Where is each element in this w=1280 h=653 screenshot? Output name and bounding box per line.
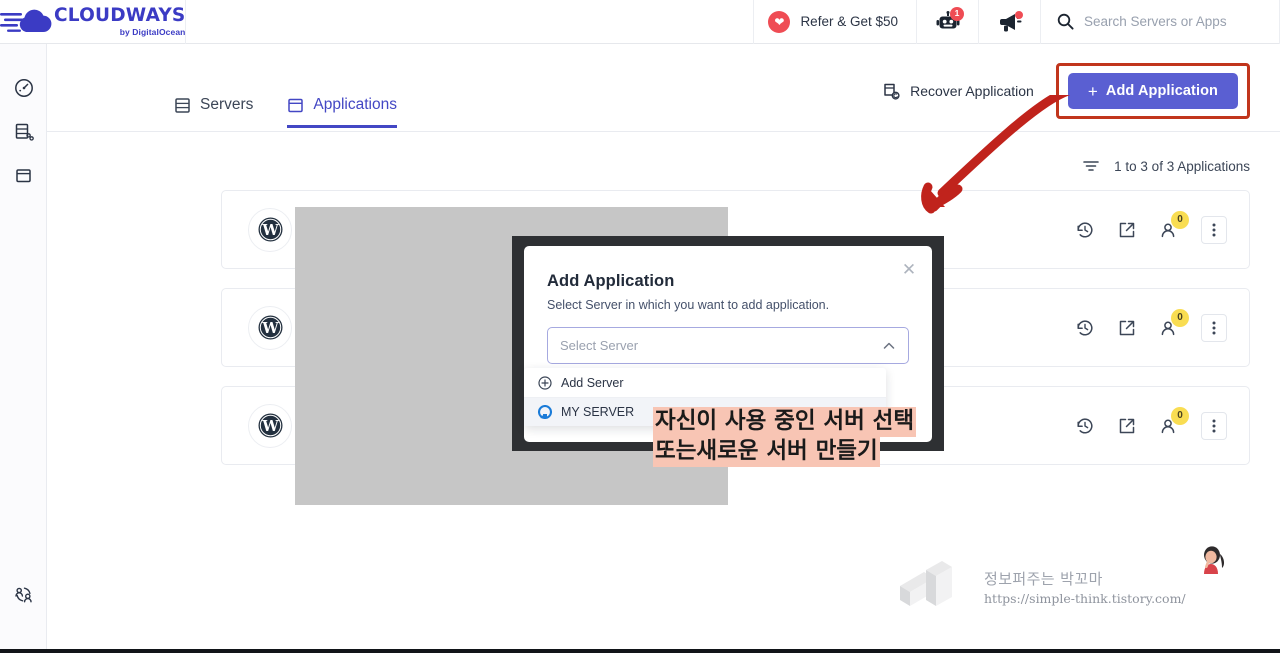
select-server-dropdown[interactable]: Select Server [547,327,909,364]
add-application-button[interactable]: + Add Application [1067,73,1238,109]
application-users-icon[interactable]: 0 [1159,308,1189,338]
tab-applications[interactable]: Applications [287,96,397,128]
application-icon [288,98,304,112]
svg-text:W: W [261,222,279,239]
cloudways-cloud-icon [0,9,52,32]
cloudways-applications-screen: CLOUDWAYS by DigitalOcean ❤ Refer & Get … [0,0,1280,653]
announcements-button[interactable] [978,0,1040,44]
server-icon [175,97,190,113]
dropdown-option-add-server[interactable]: Add Server [524,368,886,398]
heart-icon: ❤ [768,10,791,33]
brand-text: CLOUDWAYS by DigitalOcean [54,5,186,37]
server-stack-icon [15,123,34,141]
search-input[interactable] [1084,14,1259,29]
refer-label: Refer & Get $50 [800,14,898,29]
chevron-up-icon [883,342,895,349]
users-count-badge: 0 [1171,406,1189,425]
list-count-label: 1 to 3 of 3 Applications [1114,158,1250,174]
tab-servers-label: Servers [200,96,254,113]
modal-title: Add Application [547,272,675,290]
tab-servers[interactable]: Servers [174,96,253,128]
wordpress-glyph: W [258,217,282,242]
sidebar-item-dashboard[interactable] [0,66,47,110]
main-tabs: Servers Applications [174,96,397,128]
sidebar-item-applications[interactable] [0,154,47,198]
list-meta: 1 to 3 of 3 Applications [1081,156,1250,176]
external-link-icon[interactable] [1117,318,1137,338]
select-server-value: Select Server [560,338,639,353]
add-application-label: Add Application [1105,83,1218,99]
svg-text:W: W [261,320,279,337]
row-menu-button[interactable] [1201,313,1227,342]
watermark-url: https://simple-think.tistory.com/ [984,591,1186,606]
history-icon[interactable] [1075,416,1095,436]
row-actions: 0 [1075,406,1227,440]
history-icon[interactable] [1075,220,1095,240]
watermark-logo-icon [900,561,952,606]
recover-icon [884,83,900,100]
modal-subtitle: Select Server in which you want to add a… [547,298,830,312]
users-count-badge: 0 [1171,210,1189,229]
dropdown-option-my-server-label: MY SERVER [561,405,635,419]
row-menu-button[interactable] [1201,215,1227,244]
filter-icon[interactable] [1081,156,1101,176]
korean-annotation-note: 자신이 사용 중인 서버 선택 또는새로운 서버 만들기 [653,407,917,467]
sidebar-item-servers[interactable] [0,110,47,154]
external-link-icon[interactable] [1117,220,1137,240]
watermark-avatar-icon [1204,546,1225,574]
watermark-text: 정보퍼주는 박꼬마 https://simple-think.tistory.c… [984,568,1186,606]
wordpress-glyph: W [258,413,282,438]
wordpress-icon: W [248,305,292,350]
sidebar-item-team-transfer[interactable] [0,572,47,616]
application-window-icon [15,169,31,183]
brand-area: CLOUDWAYS by DigitalOcean [0,0,186,44]
plus-circle-icon [538,375,552,390]
history-icon[interactable] [1075,318,1095,338]
wordpress-icon: W [248,207,292,252]
users-count-badge: 0 [1171,308,1189,327]
add-application-highlight-box: + Add Application [1055,63,1250,119]
search-area[interactable] [1040,0,1280,44]
recover-application-label: Recover Application [910,83,1034,99]
blog-watermark: 정보퍼주는 박꼬마 https://simple-think.tistory.c… [900,546,1225,622]
plus-icon: + [1087,81,1098,101]
refer-and-earn-button[interactable]: ❤ Refer & Get $50 [753,0,916,44]
svg-text:W: W [261,418,279,435]
cloudways-logo[interactable]: CLOUDWAYS by DigitalOcean [0,5,186,37]
application-users-icon[interactable]: 0 [1159,210,1189,240]
kebab-menu-icon [1212,223,1216,236]
watermark-blog-name: 정보퍼주는 박꼬마 [984,570,1103,588]
external-link-icon[interactable] [1117,416,1137,436]
digitalocean-icon [538,405,552,419]
announcement-dot-badge [1015,10,1023,19]
wordpress-icon: W [248,403,292,448]
row-actions: 0 [1075,210,1227,244]
search-icon [1057,13,1074,30]
korean-annotation-line-1: 자신이 사용 중인 서버 선택 [653,407,917,437]
close-icon[interactable]: ✕ [900,260,918,278]
recover-application-button[interactable]: Recover Application [882,82,1056,101]
top-header-bar: CLOUDWAYS by DigitalOcean ❤ Refer & Get … [0,0,1280,44]
brand-subtitle: by DigitalOcean [119,26,186,37]
topbar-actions: ❤ Refer & Get $50 1 Search Servers or Ap… [753,0,1280,44]
left-sidebar-rail [0,44,47,649]
korean-annotation-line-2: 또는새로운 서버 만들기 [653,436,880,467]
wordpress-glyph: W [258,315,282,340]
brand-name: CLOUDWAYS [54,5,186,26]
gauge-icon [14,79,33,97]
row-menu-button[interactable] [1201,411,1227,440]
tab-applications-label: Applications [313,96,397,113]
assistant-bot-button[interactable]: 1 [916,0,978,44]
kebab-menu-icon [1212,419,1216,432]
dropdown-option-add-server-label: Add Server [561,375,624,390]
kebab-menu-icon [1212,321,1216,334]
users-transfer-icon [15,587,32,602]
application-users-icon[interactable]: 0 [1159,406,1189,436]
page-actions: Recover Application + Add Application [882,63,1250,119]
row-actions: 0 [1075,308,1227,342]
bot-notification-badge: 1 [950,6,964,21]
tabs-divider [47,131,1280,132]
